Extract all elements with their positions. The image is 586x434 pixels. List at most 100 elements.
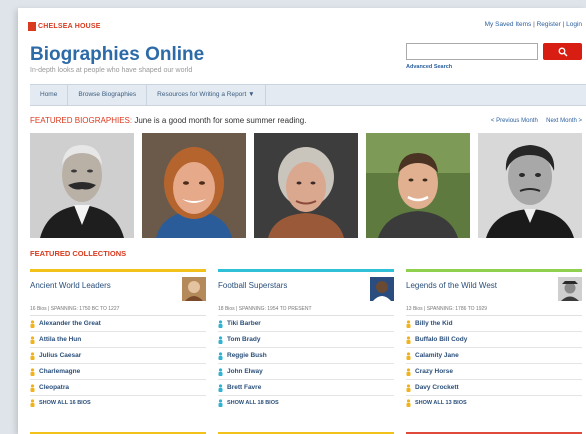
list-item[interactable]: Cleopatra [30, 380, 206, 396]
list-item[interactable]: Davy Crockett [406, 380, 582, 396]
featured-portrait-2[interactable] [142, 133, 246, 238]
list-item[interactable]: Buffalo Bill Cody [406, 332, 582, 348]
main-nav: Home Browse Biographies Resources for Wr… [30, 84, 586, 106]
person-icon [30, 351, 35, 360]
show-all-link[interactable]: SHOW ALL 13 BIOS [406, 396, 582, 410]
biography-link[interactable]: Alexander the Great [39, 320, 101, 327]
featured-tagline: June is a good month for some summer rea… [134, 116, 307, 125]
list-item[interactable]: Brett Favre [218, 380, 394, 396]
person-icon [30, 319, 35, 328]
collection-meta: 18 Bios | SPANNING: 1954 TO PRESENT [218, 300, 394, 316]
people-icon [218, 399, 223, 407]
person-icon [218, 351, 223, 360]
person-icon [218, 319, 223, 328]
people-icon [30, 399, 35, 407]
show-all-link[interactable]: SHOW ALL 18 BIOS [218, 396, 394, 410]
featured-label: FEATURED BIOGRAPHIES: [30, 116, 133, 125]
collection-title[interactable]: Ancient World Leaders [30, 281, 111, 290]
previous-month-link[interactable]: < Previous Month [491, 118, 538, 124]
month-navigation: < Previous Month Next Month > [491, 118, 582, 124]
nav-resources-dropdown[interactable]: Resources for Writing a Report ▼ [147, 85, 266, 105]
collection-thumbnail[interactable] [370, 277, 394, 301]
list-item[interactable]: Attila the Hun [30, 332, 206, 348]
next-month-link[interactable]: Next Month > [546, 118, 582, 124]
site-subtitle: In-depth looks at people who have shaped… [30, 67, 193, 74]
biography-link[interactable]: Julius Caesar [39, 352, 81, 359]
biography-link[interactable]: Tom Brady [227, 336, 260, 343]
featured-biographies-heading: FEATURED BIOGRAPHIES: June is a good mon… [30, 116, 306, 125]
show-all-label: SHOW ALL 13 BIOS [415, 400, 467, 406]
list-item[interactable]: Tom Brady [218, 332, 394, 348]
list-item[interactable]: Billy the Kid [406, 316, 582, 332]
collection-meta: 13 Bios | SPANNING: 1786 TO 1929 [406, 300, 582, 316]
biography-link[interactable]: Tiki Barber [227, 320, 261, 327]
person-icon [30, 367, 35, 376]
portrait-image [30, 133, 134, 238]
collection-ancient-world-leaders: Ancient World Leaders 16 Bios | SPANNING… [30, 269, 206, 410]
featured-portrait-3[interactable] [254, 133, 358, 238]
person-icon [406, 319, 411, 328]
my-saved-items-link[interactable]: My Saved Items [485, 21, 532, 28]
site-title[interactable]: Biographies Online [30, 44, 204, 66]
person-icon [406, 335, 411, 344]
person-icon [406, 383, 411, 392]
featured-collections-heading: FEATURED COLLECTIONS [30, 249, 127, 258]
featured-portrait-4[interactable] [366, 133, 470, 238]
collection-title[interactable]: Legends of the Wild West [406, 281, 497, 290]
search-input[interactable] [406, 43, 538, 60]
logo-mark-icon [28, 22, 36, 31]
person-icon [218, 383, 223, 392]
nav-home[interactable]: Home [30, 85, 69, 105]
thumbnail-image [182, 277, 206, 301]
list-item[interactable]: Julius Caesar [30, 348, 206, 364]
search-button[interactable] [543, 43, 582, 60]
person-icon [30, 383, 35, 392]
collection-thumbnail[interactable] [558, 277, 582, 301]
person-icon [218, 335, 223, 344]
collection-meta: 16 Bios | SPANNING: 1750 BC TO 1227 [30, 300, 206, 316]
collection-legends-of-the-wild-west: Legends of the Wild West 13 Bios | SPANN… [406, 269, 582, 410]
person-icon [218, 367, 223, 376]
nav-browse-biographies[interactable]: Browse Biographies [68, 85, 148, 105]
logo-text: CHELSEA HOUSE [38, 23, 101, 30]
collection-title[interactable]: Football Superstars [218, 281, 287, 290]
portrait-image [254, 133, 358, 238]
biography-link[interactable]: Charlemagne [39, 368, 80, 375]
page: CHELSEA HOUSE My Saved Items | Register … [18, 8, 586, 434]
featured-portrait-5[interactable] [478, 133, 582, 238]
list-item[interactable]: Crazy Horse [406, 364, 582, 380]
biography-link[interactable]: Cleopatra [39, 384, 69, 391]
magnifier-icon [558, 47, 568, 57]
biography-link[interactable]: Brett Favre [227, 384, 261, 391]
list-item[interactable]: Reggie Bush [218, 348, 394, 364]
featured-portrait-1[interactable] [30, 133, 134, 238]
list-item[interactable]: Alexander the Great [30, 316, 206, 332]
list-item[interactable]: Tiki Barber [218, 316, 394, 332]
biography-link[interactable]: Reggie Bush [227, 352, 267, 359]
register-link[interactable]: Register [537, 21, 561, 28]
show-all-label: SHOW ALL 18 BIOS [227, 400, 279, 406]
biography-link[interactable]: Billy the Kid [415, 320, 453, 327]
list-item[interactable]: John Elway [218, 364, 394, 380]
biography-link[interactable]: Davy Crockett [415, 384, 459, 391]
show-all-link[interactable]: SHOW ALL 16 BIOS [30, 396, 206, 410]
person-icon [406, 351, 411, 360]
list-item[interactable]: Charlemagne [30, 364, 206, 380]
advanced-search-link[interactable]: Advanced Search [406, 64, 452, 70]
biography-link[interactable]: Attila the Hun [39, 336, 81, 343]
portrait-image [366, 133, 470, 238]
portrait-image [478, 133, 582, 238]
biography-link[interactable]: Crazy Horse [415, 368, 453, 375]
login-link[interactable]: Login [566, 21, 582, 28]
biography-link[interactable]: Buffalo Bill Cody [415, 336, 467, 343]
account-links: My Saved Items | Register | Login [485, 21, 582, 28]
biography-link[interactable]: John Elway [227, 368, 263, 375]
chelsea-house-logo[interactable]: CHELSEA HOUSE [28, 21, 101, 32]
list-item[interactable]: Calamity Jane [406, 348, 582, 364]
biography-link[interactable]: Calamity Jane [415, 352, 459, 359]
portrait-image [142, 133, 246, 238]
person-icon [406, 367, 411, 376]
person-icon [30, 335, 35, 344]
collection-thumbnail[interactable] [182, 277, 206, 301]
